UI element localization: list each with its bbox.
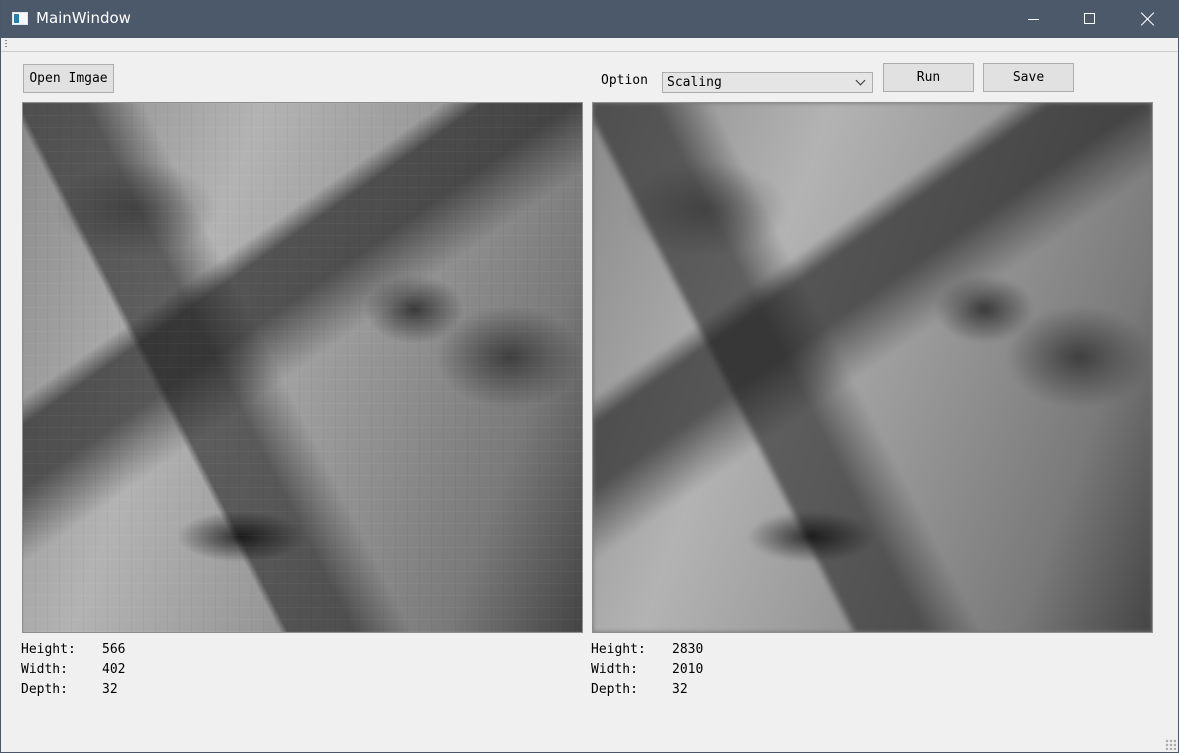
minimize-icon bbox=[1028, 19, 1039, 20]
main-window: MainWindow Open Imgae Option Scaling Run… bbox=[0, 0, 1179, 753]
toolbar-grip-icon[interactable] bbox=[5, 40, 7, 49]
left-height-value: 566 bbox=[102, 642, 126, 657]
right-height-label: Height: bbox=[591, 642, 646, 657]
maximize-icon bbox=[1084, 13, 1095, 24]
save-button[interactable]: Save bbox=[983, 63, 1074, 92]
result-image-panel bbox=[592, 102, 1153, 633]
source-face-image bbox=[23, 103, 582, 632]
left-width-label: Width: bbox=[21, 662, 68, 677]
left-depth-label: Depth: bbox=[21, 682, 68, 697]
close-icon bbox=[1141, 12, 1155, 26]
close-button[interactable] bbox=[1120, 0, 1176, 38]
right-height-value: 2830 bbox=[672, 642, 704, 657]
left-depth-value: 32 bbox=[102, 682, 118, 697]
right-depth-label: Depth: bbox=[591, 682, 638, 697]
right-width-label: Width: bbox=[591, 662, 638, 677]
source-image-panel bbox=[22, 102, 583, 633]
left-height-label: Height: bbox=[21, 642, 76, 657]
option-label: Option bbox=[601, 73, 648, 88]
left-width-value: 402 bbox=[102, 662, 126, 677]
title-bar[interactable]: MainWindow bbox=[1, 0, 1179, 38]
right-width-value: 2010 bbox=[672, 662, 704, 677]
menu-strip bbox=[1, 38, 1178, 52]
app-window-icon bbox=[12, 12, 28, 25]
right-depth-value: 32 bbox=[672, 682, 688, 697]
minimize-button[interactable] bbox=[1005, 0, 1061, 38]
open-image-button[interactable]: Open Imgae bbox=[23, 64, 114, 93]
option-select[interactable]: Scaling bbox=[662, 72, 873, 93]
run-button[interactable]: Run bbox=[883, 63, 974, 92]
result-face-image bbox=[593, 103, 1152, 632]
window-title: MainWindow bbox=[36, 9, 131, 27]
resize-grip-icon[interactable] bbox=[1165, 739, 1176, 750]
maximize-button[interactable] bbox=[1062, 0, 1118, 38]
chevron-down-icon bbox=[855, 75, 866, 86]
option-selected-value: Scaling bbox=[667, 75, 722, 90]
